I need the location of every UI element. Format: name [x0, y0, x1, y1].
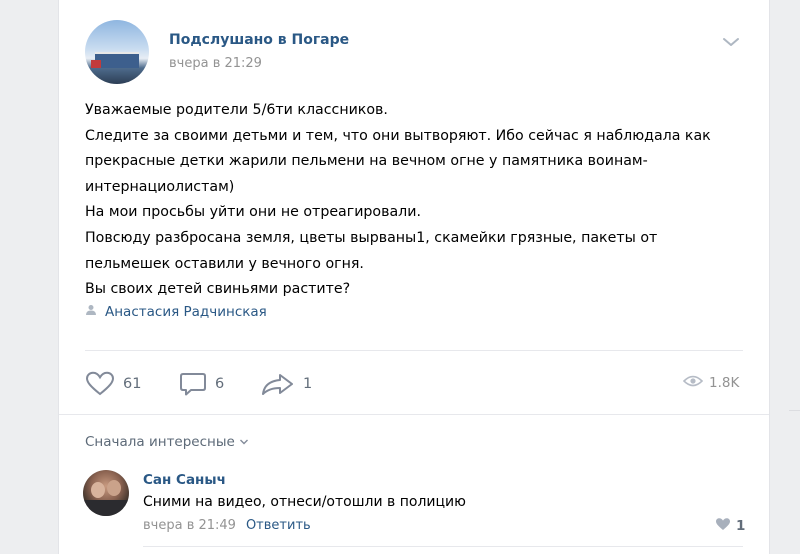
post-text-line: На мои просьбы уйти они не отреагировали… [85, 204, 421, 221]
comment-like-button[interactable]: 1 [715, 517, 745, 535]
eye-icon [682, 374, 704, 392]
post-author-name: Анастасия Радчинская [105, 304, 267, 320]
comment-timestamp[interactable]: вчера в 21:49 [143, 518, 236, 533]
chevron-down-icon [239, 434, 249, 450]
group-avatar[interactable] [85, 20, 149, 84]
comment-like-count: 1 [736, 518, 746, 534]
avatar-photo-part [107, 480, 121, 496]
post-text-line: пельмешек оставили у вечного огня. [85, 255, 364, 272]
post-card: Подслушано в Погаре вчера в 21:29 Уважае… [58, 0, 770, 554]
side-divider [789, 410, 800, 411]
comment-count: 6 [215, 376, 225, 392]
comments-sort-dropdown[interactable]: Сначала интересные [85, 434, 249, 450]
views-counter: 1.8K [682, 374, 740, 392]
post-text-line: интернациолистам) [85, 178, 235, 195]
share-button[interactable]: 1 [261, 370, 312, 398]
share-count: 1 [303, 376, 313, 392]
comment-author-link[interactable]: Сан Саныч [143, 472, 226, 488]
comment-meta: вчера в 21:49 Ответить [143, 518, 311, 533]
post-text-line: Следите за своими детьми и тем, что они … [85, 127, 711, 144]
post-divider [85, 350, 743, 351]
comment-button[interactable]: 6 [179, 370, 224, 398]
post-text-line: Вы своих детей свиньями растите? [85, 281, 351, 298]
post-text-line: Уважаемые родители 5/6ти классников. [85, 102, 388, 118]
post-text: Уважаемые родители 5/6ти классников. Сле… [85, 98, 755, 303]
comment-text: Сними на видео, отнеси/отошли в полицию [143, 494, 466, 510]
avatar-photo-part [91, 482, 105, 498]
post-text-line: прекрасные детки жарили пельмени на вечн… [85, 153, 648, 170]
sort-label: Сначала интересные [85, 434, 235, 450]
post-author-link[interactable]: Анастасия Радчинская [85, 304, 267, 320]
comments-divider [59, 414, 769, 415]
heart-icon [85, 371, 115, 397]
person-icon [85, 304, 97, 320]
post-timestamp[interactable]: вчера в 21:29 [169, 56, 262, 71]
reply-button[interactable]: Ответить [246, 518, 311, 533]
group-name-link[interactable]: Подслушано в Погаре [169, 32, 349, 48]
avatar-photo-part [83, 500, 129, 516]
heart-icon [715, 517, 731, 535]
avatar-flag [91, 60, 101, 68]
avatar-building [95, 52, 139, 68]
like-button[interactable]: 61 [85, 370, 141, 398]
views-count: 1.8K [709, 375, 740, 391]
share-icon [261, 371, 295, 397]
comment-avatar[interactable] [83, 470, 129, 516]
post-text-line: Повсюду разбросана земля, цветы вырваны1… [85, 229, 658, 246]
like-count: 61 [123, 376, 142, 392]
chevron-down-icon[interactable] [721, 34, 741, 48]
comment-icon [179, 371, 207, 397]
comment-divider [143, 546, 743, 547]
